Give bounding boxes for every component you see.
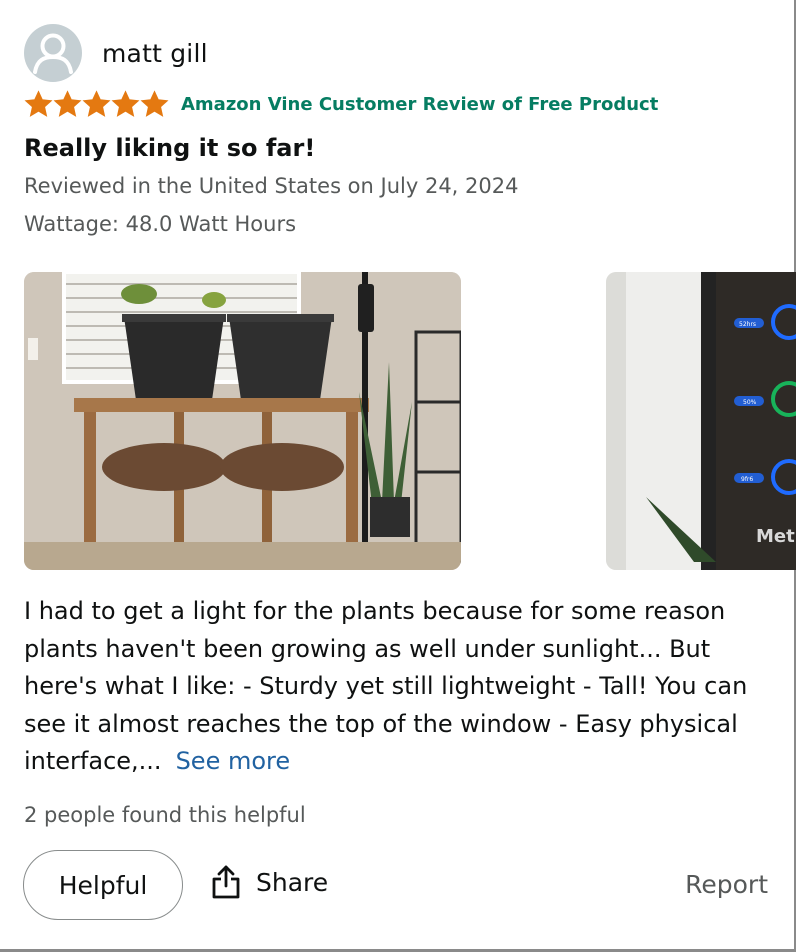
lamp-label-1: 52hrs	[739, 321, 756, 328]
reviewer-profile[interactable]: matt gill	[24, 24, 208, 82]
review-body: I had to get a light for the plants beca…	[24, 593, 764, 781]
rating-row: Amazon Vine Customer Review of Free Prod…	[24, 90, 658, 119]
share-label: Share	[256, 867, 329, 897]
helpful-count: 2 people found this helpful	[24, 803, 306, 827]
share-icon	[212, 865, 240, 899]
star-rating[interactable]	[24, 90, 169, 119]
star-icon	[24, 90, 53, 117]
review-image-lamp-controls[interactable]: 52hrs 50% 9fr6 Met	[606, 272, 796, 570]
review-text: I had to get a light for the plants beca…	[24, 597, 748, 775]
lamp-brand-text: Met	[756, 526, 795, 547]
vine-badge: Amazon Vine Customer Review of Free Prod…	[181, 94, 659, 115]
report-link[interactable]: Report	[685, 870, 768, 899]
lamp-label-3: 9fr6	[741, 476, 753, 483]
review-image-plants-table[interactable]	[24, 272, 461, 570]
star-icon	[140, 90, 169, 117]
review-date: Reviewed in the United States on July 24…	[24, 174, 519, 198]
share-button[interactable]: Share	[210, 864, 328, 900]
see-more-link[interactable]: See more	[176, 747, 291, 775]
star-icon	[111, 90, 140, 117]
star-icon	[82, 90, 111, 117]
reviewer-name[interactable]: matt gill	[102, 39, 208, 68]
helpful-button[interactable]: Helpful	[23, 850, 183, 920]
review-title: Really liking it so far!	[24, 134, 316, 162]
product-variant: Wattage: 48.0 Watt Hours	[24, 212, 297, 236]
star-icon	[53, 90, 82, 117]
default-user-icon	[33, 33, 73, 74]
lamp-label-2: 50%	[743, 399, 757, 406]
avatar	[24, 24, 82, 82]
